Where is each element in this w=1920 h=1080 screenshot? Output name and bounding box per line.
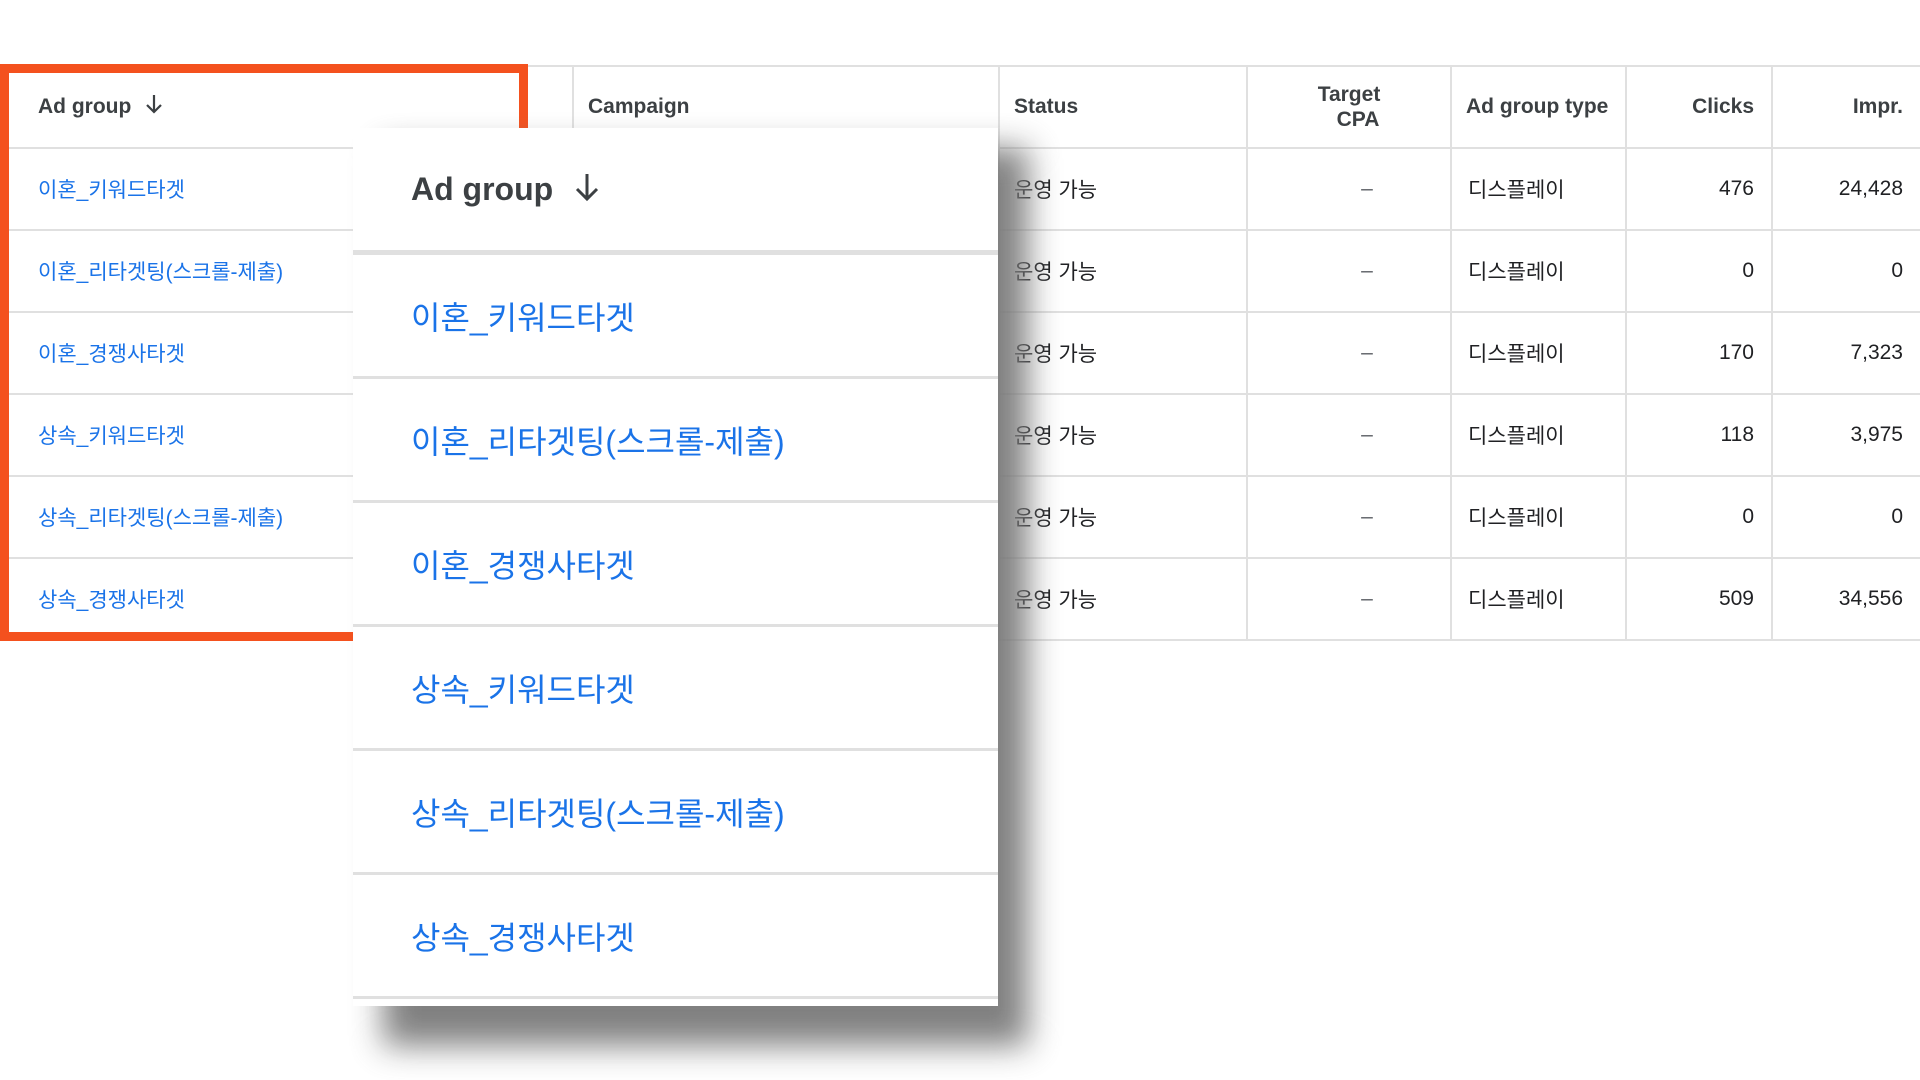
ad-group-type-cell: 디스플레이	[1450, 395, 1625, 475]
arrow-down-icon[interactable]	[143, 92, 165, 122]
clicks-value: 118	[1720, 423, 1754, 446]
target-cpa-cell: –	[1246, 477, 1450, 557]
clicks-cell: 170	[1625, 313, 1771, 393]
column-header-clicks[interactable]: Clicks	[1625, 67, 1771, 147]
ad-group-type-cell: 디스플레이	[1450, 231, 1625, 311]
impr-value: 0	[1891, 259, 1903, 282]
impr-cell: 7,323	[1771, 313, 1920, 393]
column-header-impr-label: Impr.	[1852, 95, 1903, 118]
impr-cell: 0	[1771, 231, 1920, 311]
impr-value: 24,428	[1838, 177, 1903, 200]
clicks-cell: 0	[1625, 477, 1771, 557]
ad-group-link[interactable]: 이혼_경쟁사타겟	[38, 338, 185, 368]
status-cell: 운영 가능	[998, 149, 1246, 229]
ad-group-type-cell: 디스플레이	[1450, 559, 1625, 639]
impr-value: 7,323	[1850, 341, 1903, 364]
column-header-clicks-label: Clicks	[1692, 95, 1754, 118]
zoom-list-item: 이혼_키워드타겟	[353, 255, 998, 379]
ad-group-link[interactable]: 상속_경쟁사타겟	[38, 584, 185, 614]
zoomed-ad-group-panel: Ad group 이혼_키워드타겟 이혼_리타겟팅(스크롤-제출) 이혼_경쟁사…	[353, 128, 998, 1006]
impr-cell: 24,428	[1771, 149, 1920, 229]
ad-group-type-cell: 디스플레이	[1450, 149, 1625, 229]
ad-group-type-value: 디스플레이	[1468, 179, 1565, 202]
ad-group-type-cell: 디스플레이	[1450, 477, 1625, 557]
clicks-cell: 118	[1625, 395, 1771, 475]
zoom-list-item: 상속_키워드타겟	[353, 627, 998, 751]
column-header-ad-group-label: Ad group	[38, 95, 132, 118]
column-header-ad-group-type-label: Ad group type	[1466, 95, 1609, 118]
zoom-ad-group-link[interactable]: 이혼_경쟁사타겟	[411, 541, 635, 587]
impr-cell: 0	[1771, 477, 1920, 557]
ad-group-type-value: 디스플레이	[1468, 507, 1565, 530]
zoom-header-label: Ad group	[411, 170, 554, 207]
column-header-status-label: Status	[1014, 95, 1079, 118]
column-header-campaign-label: Campaign	[588, 95, 690, 118]
screenshot-stage: Ad group Campaign Status Target CPA Ad g…	[0, 0, 1920, 1080]
impr-cell: 34,556	[1771, 559, 1920, 639]
impr-value: 34,556	[1838, 587, 1903, 610]
target-cpa-value: –	[1361, 423, 1373, 446]
clicks-value: 509	[1718, 587, 1754, 610]
zoom-list-item: 상속_경쟁사타겟	[353, 875, 998, 999]
clicks-value: 170	[1718, 341, 1754, 364]
ad-group-type-value: 디스플레이	[1468, 589, 1565, 612]
zoom-list-item: 상속_리타겟팅(스크롤-제출)	[353, 751, 998, 875]
ad-group-link[interactable]: 이혼_리타겟팅(스크롤-제출)	[38, 256, 283, 286]
column-header-target-cpa[interactable]: Target CPA	[1246, 67, 1450, 147]
column-header-target-cpa-line1: Target	[1317, 83, 1381, 106]
ad-group-type-value: 디스플레이	[1468, 343, 1565, 366]
column-header-ad-group-type[interactable]: Ad group type	[1450, 67, 1625, 147]
clicks-value: 0	[1742, 259, 1754, 282]
arrow-down-icon[interactable]	[571, 170, 603, 209]
status-cell: 운영 가능	[998, 559, 1246, 639]
ad-group-type-cell: 디스플레이	[1450, 313, 1625, 393]
target-cpa-cell: –	[1246, 149, 1450, 229]
ad-group-link[interactable]: 상속_리타겟팅(스크롤-제출)	[38, 502, 283, 532]
impr-value: 0	[1891, 505, 1903, 528]
status-cell: 운영 가능	[998, 231, 1246, 311]
impr-cell: 3,975	[1771, 395, 1920, 475]
clicks-cell: 509	[1625, 559, 1771, 639]
column-header-target-cpa-line2: CPA	[1336, 108, 1380, 131]
impr-value: 3,975	[1850, 423, 1903, 446]
ad-group-link[interactable]: 상속_키워드타겟	[38, 420, 185, 450]
zoom-list-item: 이혼_경쟁사타겟	[353, 503, 998, 627]
status-cell: 운영 가능	[998, 313, 1246, 393]
target-cpa-cell: –	[1246, 313, 1450, 393]
clicks-value: 0	[1742, 505, 1754, 528]
zoom-header-ad-group[interactable]: Ad group	[353, 128, 998, 255]
column-header-impr[interactable]: Impr.	[1771, 67, 1920, 147]
ad-group-type-value: 디스플레이	[1468, 425, 1565, 448]
status-cell: 운영 가능	[998, 395, 1246, 475]
clicks-value: 476	[1718, 177, 1754, 200]
zoom-ad-group-link[interactable]: 상속_키워드타겟	[411, 665, 635, 711]
target-cpa-cell: –	[1246, 231, 1450, 311]
target-cpa-value: –	[1361, 587, 1373, 610]
column-header-status[interactable]: Status	[998, 67, 1246, 147]
target-cpa-value: –	[1361, 177, 1373, 200]
target-cpa-value: –	[1361, 341, 1373, 364]
ad-group-type-value: 디스플레이	[1468, 261, 1565, 284]
target-cpa-value: –	[1361, 259, 1373, 282]
zoom-ad-group-link[interactable]: 상속_경쟁사타겟	[411, 913, 635, 959]
clicks-cell: 0	[1625, 231, 1771, 311]
target-cpa-cell: –	[1246, 559, 1450, 639]
zoom-ad-group-link[interactable]: 상속_리타겟팅(스크롤-제출)	[411, 789, 785, 835]
target-cpa-value: –	[1361, 505, 1373, 528]
status-cell: 운영 가능	[998, 477, 1246, 557]
zoom-list-item: 이혼_리타겟팅(스크롤-제출)	[353, 379, 998, 503]
ad-group-link[interactable]: 이혼_키워드타겟	[38, 174, 185, 204]
clicks-cell: 476	[1625, 149, 1771, 229]
zoom-ad-group-link[interactable]: 이혼_리타겟팅(스크롤-제출)	[411, 417, 785, 463]
target-cpa-cell: –	[1246, 395, 1450, 475]
zoom-ad-group-link[interactable]: 이혼_키워드타겟	[411, 293, 635, 339]
